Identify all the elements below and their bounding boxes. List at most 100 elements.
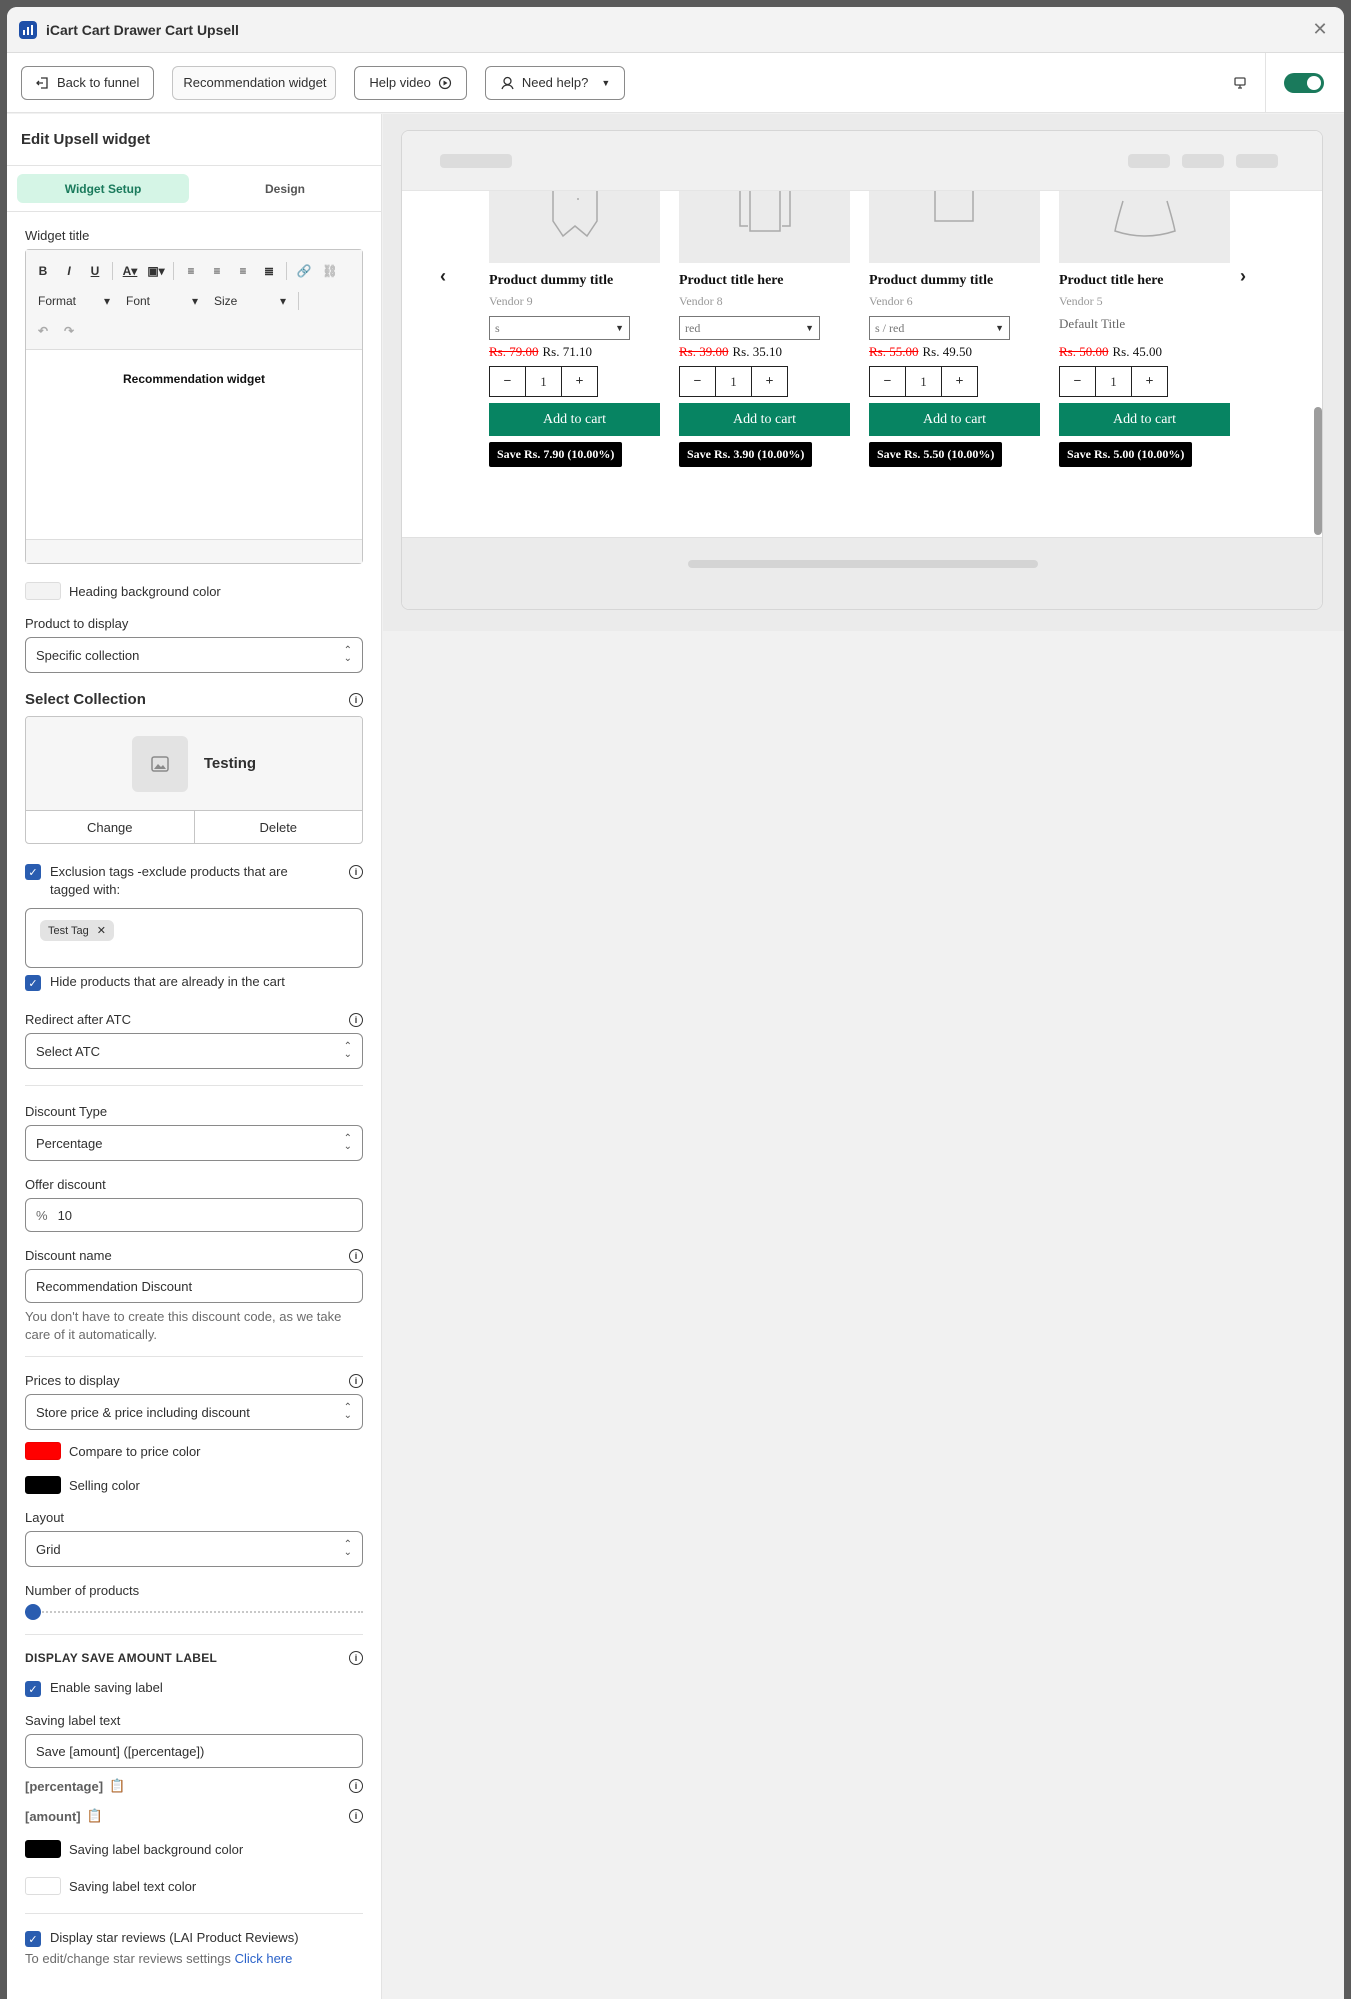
saving-text-color-swatch[interactable] (25, 1877, 61, 1895)
add-to-cart-button[interactable]: Add to cart (679, 403, 850, 436)
discount-name-value: Recommendation Discount (36, 1278, 193, 1294)
background-color-icon[interactable]: ▣▾ (147, 264, 165, 278)
star-settings-link[interactable]: Click here (235, 1951, 293, 1966)
align-right-icon[interactable]: ≡ (234, 264, 252, 278)
layout-select[interactable]: Grid ⌃ ⌄ (25, 1531, 363, 1567)
bold-icon[interactable]: B (34, 264, 52, 278)
info-icon[interactable]: i (349, 1373, 363, 1388)
help-video-button[interactable]: Help video (354, 65, 467, 100)
minus-button[interactable]: − (679, 366, 716, 397)
saving-bg-swatch[interactable] (25, 1840, 61, 1858)
clipboard-icon[interactable]: 📋 (87, 1808, 103, 1824)
preview-scrollbar[interactable] (1314, 407, 1322, 535)
variant-select[interactable]: s / red ▼ (869, 316, 1010, 340)
add-to-cart-button[interactable]: Add to cart (1059, 403, 1230, 436)
preview-area: ‹ › Product dummy title Vendor 9 s ▼ Rs. … (383, 114, 1344, 631)
slider-thumb[interactable] (25, 1604, 41, 1620)
plus-button[interactable]: + (941, 366, 978, 397)
tab-design[interactable]: Design (199, 174, 371, 203)
tab-widget-setup[interactable]: Widget Setup (17, 174, 189, 203)
change-collection-button[interactable]: Change (26, 811, 195, 843)
info-icon[interactable]: i (349, 1779, 363, 1793)
exclusion-tags-checkbox[interactable]: ✓ (25, 864, 41, 880)
prices-select[interactable]: Store price & price including discount ⌃… (25, 1394, 363, 1430)
plus-button[interactable]: + (1131, 366, 1168, 397)
add-to-cart-button[interactable]: Add to cart (489, 403, 660, 436)
num-products-slider[interactable] (25, 1604, 363, 1620)
minus-button[interactable]: − (489, 366, 526, 397)
saving-text-input[interactable]: Save [amount] ([percentage]) (25, 1734, 363, 1768)
clipboard-icon[interactable]: 📋 (109, 1778, 125, 1794)
rich-text-editor: B I U A▾ ▣▾ ≡ ≡ ≡ ≣ 🔗 ⛓ Format ▾ Font ▾ … (25, 249, 363, 564)
redo-icon[interactable]: ↷ (60, 324, 78, 338)
star-reviews-checkbox[interactable]: ✓ (25, 1931, 41, 1947)
window-title: iCart Cart Drawer Cart Upsell (46, 21, 239, 38)
editor-resize-bar[interactable] (26, 539, 362, 563)
heading-bg-swatch[interactable] (25, 582, 61, 600)
help-video-label: Help video (369, 75, 431, 90)
quantity-input[interactable]: 1 (525, 366, 562, 397)
carousel-prev-arrow[interactable]: ‹ (440, 266, 446, 287)
exclusion-tags-input[interactable]: Test Tag ✕ (25, 908, 363, 968)
hide-in-cart-checkbox[interactable]: ✓ (25, 975, 41, 991)
minus-button[interactable]: − (1059, 366, 1096, 397)
variant-select[interactable]: s ▼ (489, 316, 630, 340)
plus-button[interactable]: + (751, 366, 788, 397)
toolbar-divider (1265, 53, 1266, 113)
selling-color-swatch[interactable] (25, 1476, 61, 1494)
product-title[interactable]: Product dummy title (869, 273, 1040, 289)
quantity-input[interactable]: 1 (1095, 366, 1132, 397)
align-left-icon[interactable]: ≡ (182, 264, 200, 278)
editor-content[interactable]: Recommendation widget (26, 350, 362, 539)
price-row: Rs. 39.00 Rs. 35.10 (679, 344, 850, 360)
remove-tag-icon[interactable]: ✕ (97, 924, 106, 937)
compare-color-swatch[interactable] (25, 1442, 61, 1460)
close-icon[interactable]: ✕ (1308, 18, 1332, 42)
format-select[interactable]: Format ▾ (34, 294, 114, 308)
select-chevron-icon: ⌃ ⌄ (343, 1539, 352, 1558)
discount-name-input[interactable]: Recommendation Discount (25, 1269, 363, 1303)
need-help-button[interactable]: Need help? ▼ (484, 65, 626, 100)
widget-enabled-toggle[interactable] (1284, 73, 1324, 93)
info-icon[interactable]: i (349, 692, 363, 707)
product-display-select[interactable]: Specific collection ⌃ ⌄ (25, 637, 363, 673)
variant-select[interactable]: red ▼ (679, 316, 820, 340)
undo-icon[interactable]: ↶ (34, 324, 52, 338)
discount-type-select[interactable]: Percentage ⌃ ⌄ (25, 1125, 363, 1161)
add-to-cart-button[interactable]: Add to cart (869, 403, 1040, 436)
quantity-input[interactable]: 1 (715, 366, 752, 397)
carousel-next-arrow[interactable]: › (1240, 266, 1246, 287)
product-title[interactable]: Product dummy title (489, 273, 660, 289)
delete-collection-button[interactable]: Delete (195, 811, 363, 843)
unlink-icon[interactable]: ⛓ (321, 264, 339, 278)
underline-icon[interactable]: U (86, 264, 104, 278)
align-center-icon[interactable]: ≡ (208, 264, 226, 278)
info-icon[interactable]: i (349, 865, 363, 879)
product-card: Product title here Vendor 5 Default Titl… (1059, 191, 1230, 467)
redirect-select[interactable]: Select ATC ⌃ ⌄ (25, 1033, 363, 1069)
product-title[interactable]: Product title here (1059, 273, 1230, 289)
star-reviews-label: Display star reviews (LAI Product Review… (50, 1930, 299, 1945)
align-justify-icon[interactable]: ≣ (260, 264, 278, 278)
info-icon[interactable]: i (349, 1248, 363, 1263)
font-select[interactable]: Font ▾ (122, 294, 202, 308)
widget-name-input[interactable]: Recommendation widget (172, 65, 337, 100)
desktop-preview-icon[interactable] (1215, 76, 1265, 90)
text-color-icon[interactable]: A▾ (121, 264, 139, 278)
info-icon[interactable]: i (349, 1809, 363, 1823)
plus-button[interactable]: + (561, 366, 598, 397)
toolbar-separator (286, 262, 287, 280)
offer-discount-input[interactable]: % 10 (25, 1198, 363, 1232)
product-title[interactable]: Product title here (679, 273, 850, 289)
enable-saving-checkbox[interactable]: ✓ (25, 1681, 41, 1697)
info-icon[interactable]: i (349, 1012, 363, 1027)
size-select[interactable]: Size ▾ (210, 294, 290, 308)
minus-button[interactable]: − (869, 366, 906, 397)
quantity-stepper: −1 + (869, 366, 1040, 397)
italic-icon[interactable]: I (60, 264, 78, 278)
info-icon[interactable]: i (349, 1651, 363, 1665)
link-icon[interactable]: 🔗 (295, 264, 313, 278)
back-to-funnel-button[interactable]: Back to funnel (21, 65, 155, 100)
selling-price: Rs. 35.10 (732, 344, 782, 359)
quantity-input[interactable]: 1 (905, 366, 942, 397)
